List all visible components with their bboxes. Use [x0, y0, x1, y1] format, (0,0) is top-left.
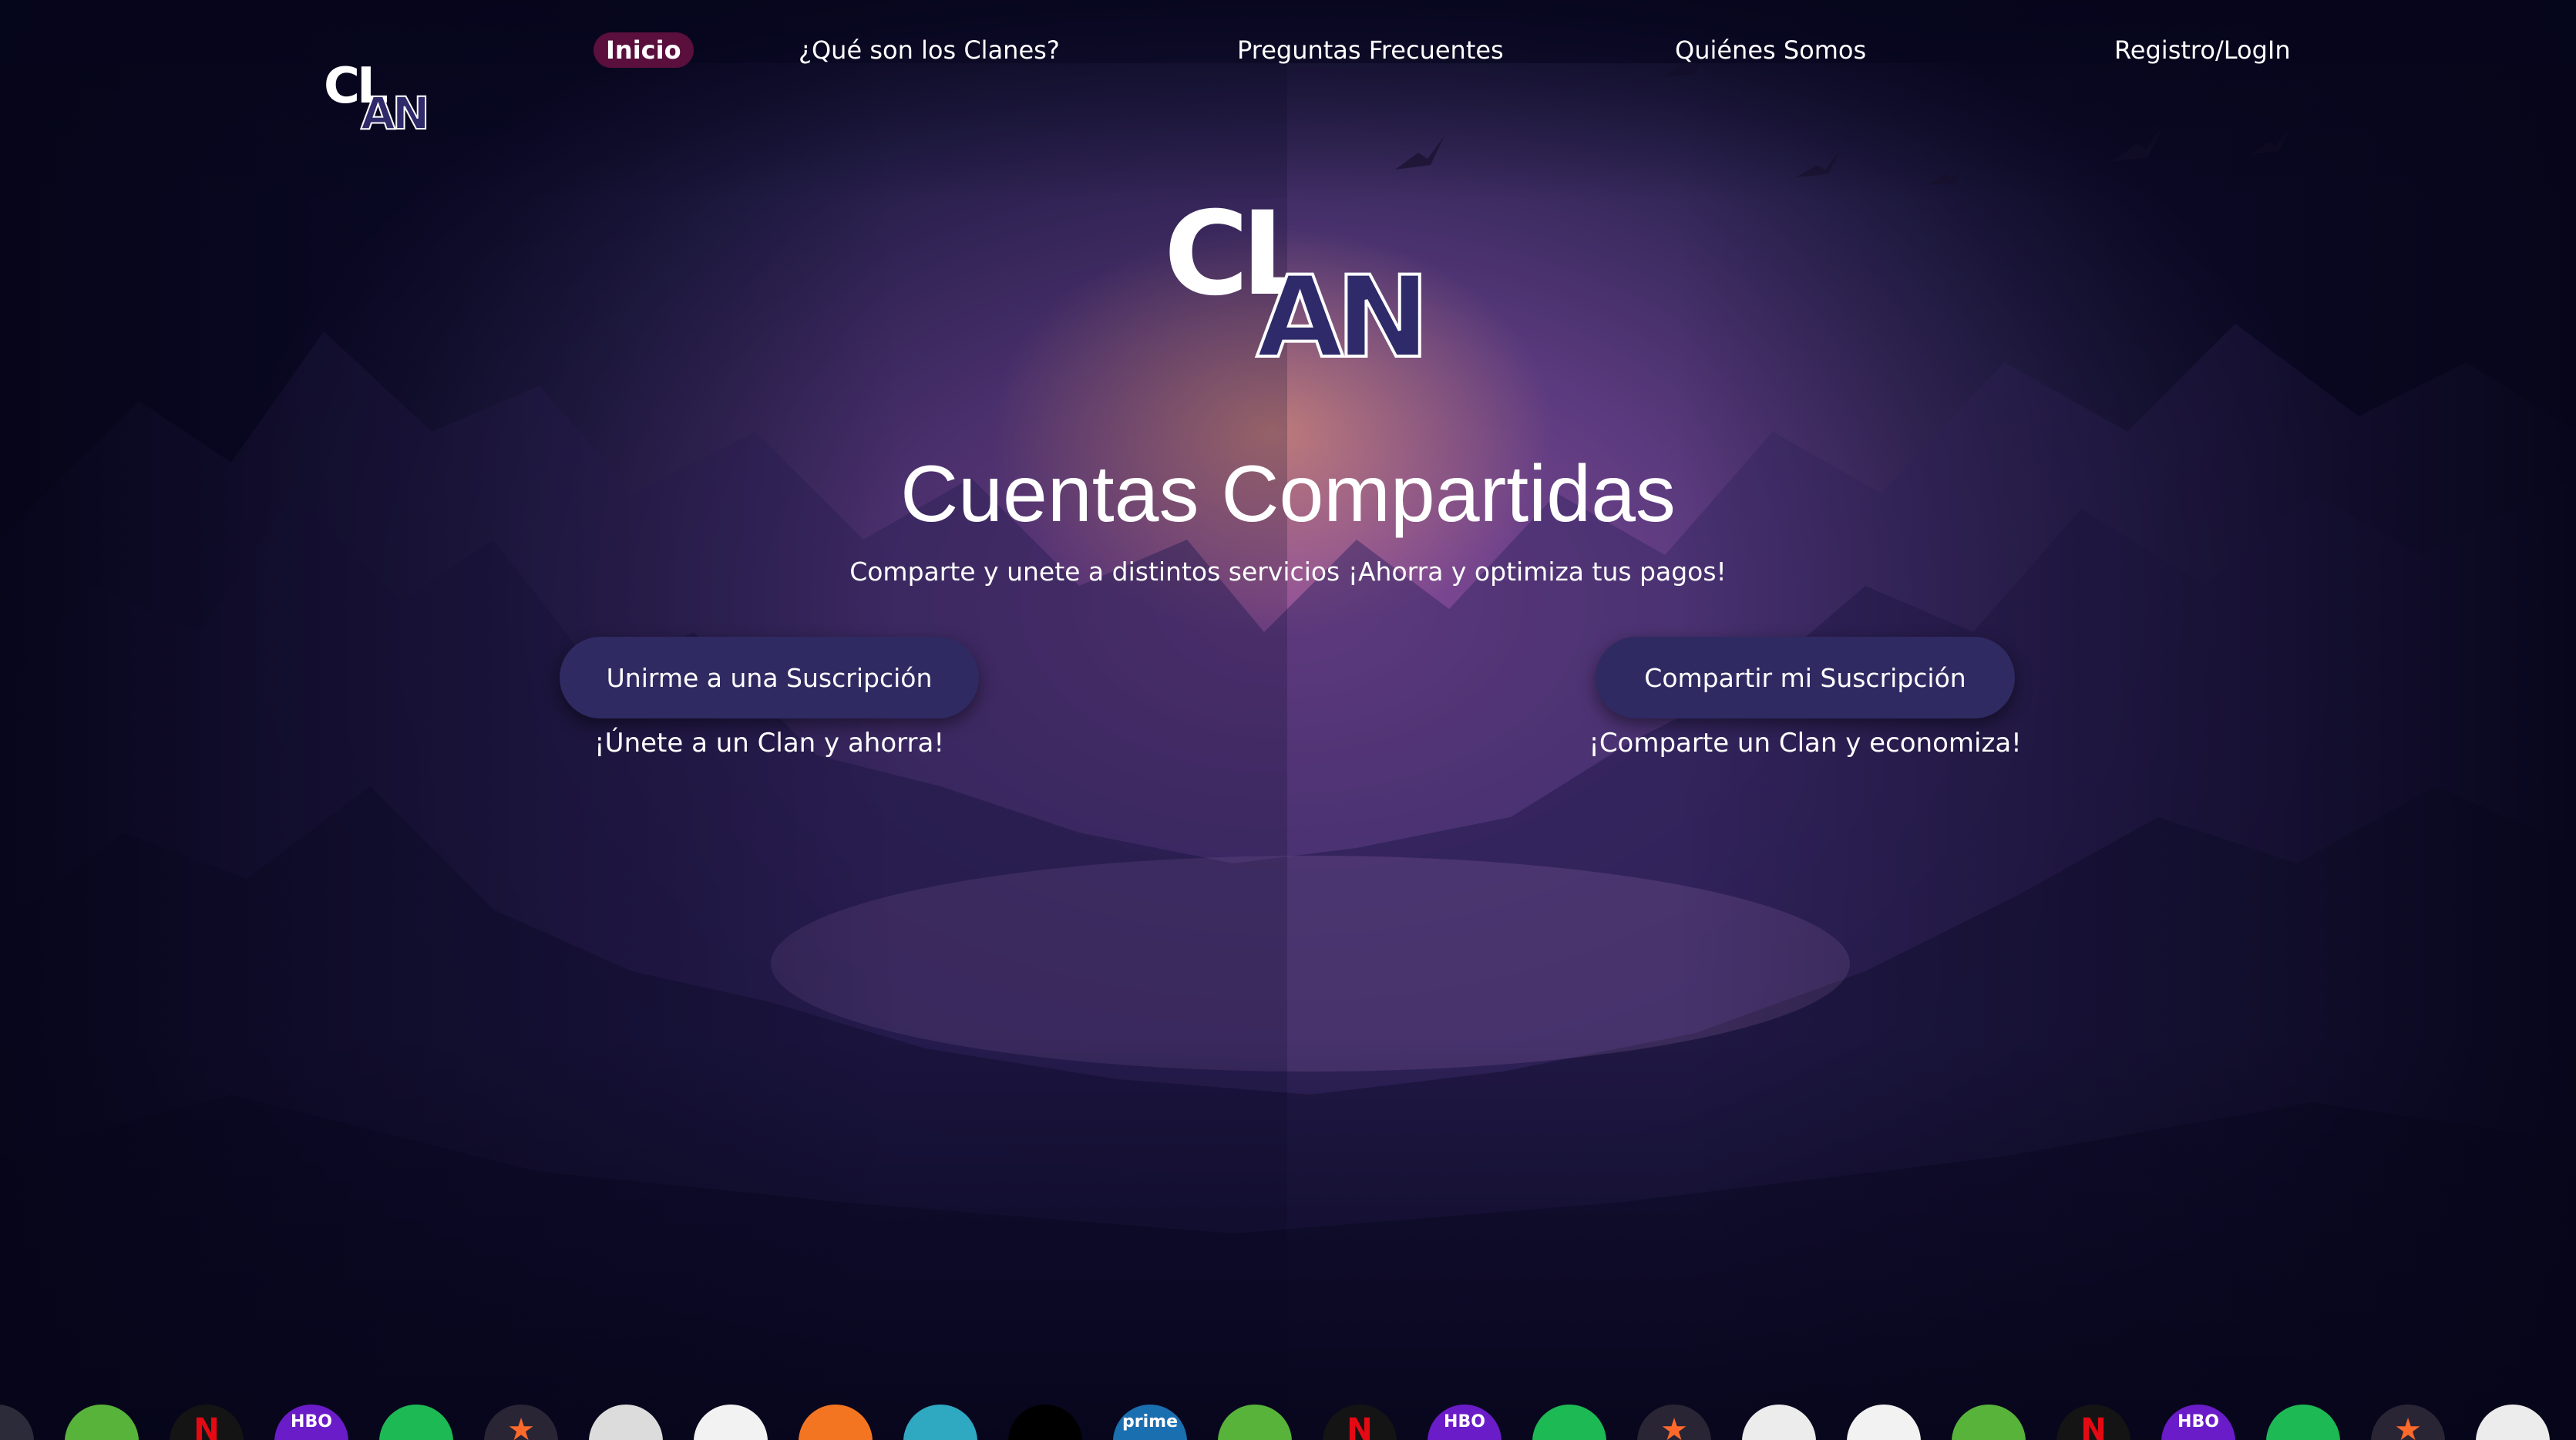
netflix-icon: N	[170, 1405, 244, 1440]
hero-title: Cuentas Compartidas	[900, 449, 1676, 539]
spotify-icon	[1532, 1405, 1606, 1440]
nav-registro-login[interactable]: Registro/LogIn	[2114, 35, 2291, 65]
service-logo	[2476, 1405, 2550, 1440]
google-one-icon	[1847, 1405, 1921, 1440]
duolingo-icon	[1218, 1405, 1292, 1440]
hbo-icon: HBO	[1428, 1405, 1502, 1440]
top-navigation: CL AN Inicio ¿Qué son los Clanes? Pregun…	[0, 0, 2576, 136]
star-plus-icon: ★	[1637, 1405, 1711, 1440]
nav-inicio[interactable]: Inicio	[594, 32, 694, 68]
netflix-icon: N	[2056, 1405, 2130, 1440]
prime-video-icon: prime	[1113, 1405, 1187, 1440]
google-one-icon	[694, 1405, 768, 1440]
hero-logo: CL AN	[1164, 197, 1431, 375]
crunchyroll-icon	[799, 1405, 873, 1440]
nav-quienes-somos[interactable]: Quiénes Somos	[1675, 35, 1866, 65]
star-plus-icon: ★	[2371, 1405, 2445, 1440]
nav-que-son-clanes[interactable]: ¿Qué son los Clanes?	[799, 35, 1060, 65]
hero-subtitle: Comparte y unete a distintos servicios ¡…	[849, 557, 1727, 587]
hero-logo-an: AN	[1255, 252, 1431, 383]
spotify-icon	[2266, 1405, 2340, 1440]
canva-icon	[903, 1405, 977, 1440]
hbo-icon: HBO	[2161, 1405, 2235, 1440]
share-subscription-button[interactable]: Compartir mi Suscripción	[1596, 637, 2015, 718]
nav-preguntas-frecuentes[interactable]: Preguntas Frecuentes	[1237, 35, 1504, 65]
hbo-icon: HBO	[274, 1405, 348, 1440]
nav-logo[interactable]: CL AN	[324, 62, 430, 140]
services-carousel: N HBO ★ prime N HBO ★ N HBO ★	[0, 1405, 2576, 1440]
duolingo-icon	[1952, 1405, 2026, 1440]
join-subscription-button[interactable]: Unirme a una Suscripción	[560, 637, 979, 718]
service-logo	[0, 1405, 34, 1440]
service-logo	[1742, 1405, 1816, 1440]
star-plus-icon: ★	[484, 1405, 558, 1440]
logo-an: AN	[360, 87, 430, 140]
duolingo-icon	[65, 1405, 139, 1440]
spotify-icon	[379, 1405, 453, 1440]
netflix-icon: N	[1323, 1405, 1397, 1440]
service-logo	[589, 1405, 663, 1440]
join-caption: ¡Únete a un Clan y ahorra!	[594, 728, 944, 759]
share-caption: ¡Comparte un Clan y economiza!	[1589, 728, 2022, 759]
apple-tv-icon	[1008, 1405, 1082, 1440]
